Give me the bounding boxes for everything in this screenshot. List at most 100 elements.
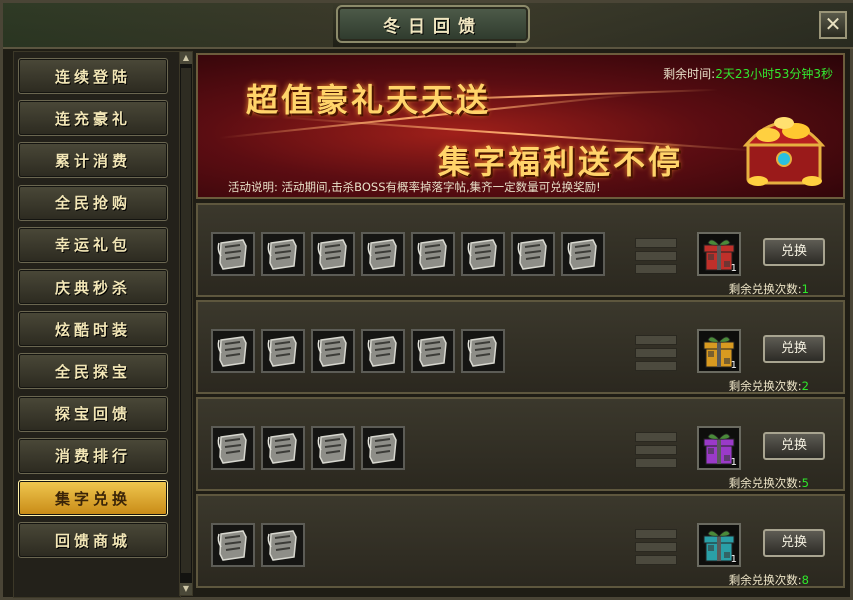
sidebar-item-label: 回馈商城 [54, 531, 131, 550]
character-scroll-slot[interactable] [261, 523, 305, 567]
equals-icon [635, 529, 677, 565]
scroll-icon [263, 525, 303, 565]
character-scroll-slot[interactable] [461, 232, 505, 276]
remaining-exchanges-value: 5 [801, 476, 809, 490]
sidebar-item-3[interactable]: 全民抢购 [18, 184, 168, 221]
sidebar-item-label: 炫酷时装 [54, 320, 131, 339]
sidebar-item-label: 消费排行 [54, 447, 131, 466]
character-scroll-slot[interactable] [561, 232, 605, 276]
sidebar-item-8[interactable]: 探宝回馈 [18, 395, 168, 432]
sidebar-item-9[interactable]: 消费排行 [18, 437, 168, 474]
scroll-icon [413, 331, 453, 371]
treasure-chest-icon [742, 117, 826, 186]
sidebar-menu: 连续登陆连充豪礼累计消费全民抢购幸运礼包庆典秒杀炫酷时装全民探宝探宝回馈消费排行… [13, 51, 181, 598]
sidebar-item-0[interactable]: 连续登陆 [18, 58, 168, 94]
sidebar-item-label: 庆典秒杀 [54, 278, 131, 297]
banner-headline-2: 集字福利送不停 [438, 143, 684, 181]
remaining-time-value: 2天23小时53分钟3秒 [715, 67, 833, 81]
remaining-exchanges-value: 2 [801, 379, 809, 393]
reward-count: 1 [730, 360, 737, 371]
title-bar: 冬日回馈 ✕ [3, 3, 853, 49]
scroll-icon [263, 428, 303, 468]
reward-gift-slot[interactable]: 1 [697, 329, 741, 373]
reward-gift-slot[interactable]: 1 [697, 232, 741, 276]
character-scroll-slot[interactable] [211, 329, 255, 373]
scroll-icon [263, 331, 303, 371]
character-scroll-slot[interactable] [261, 426, 305, 470]
remaining-time-label: 剩余时间: [663, 67, 716, 81]
remaining-exchanges: 剩余兑换次数:2 [729, 378, 809, 394]
scroll-up-icon[interactable]: ▲ [180, 52, 192, 64]
sidebar-item-10[interactable]: 集字兑换 [18, 480, 168, 516]
character-scroll-slot[interactable] [211, 232, 255, 276]
remaining-exchanges-label: 剩余兑换次数: [728, 476, 802, 490]
scroll-thumb[interactable] [181, 68, 191, 573]
window-title: 冬日回馈 [383, 16, 483, 37]
sidebar-item-label: 连续登陆 [54, 67, 131, 86]
character-scroll-slot[interactable] [311, 329, 355, 373]
character-scroll-slot[interactable] [261, 329, 305, 373]
exchange-row: 1 兑换 剩余兑换次数:8 [196, 494, 845, 588]
event-window: 冬日回馈 ✕ 连续登陆连充豪礼累计消费全民抢购幸运礼包庆典秒杀炫酷时装全民探宝探… [0, 0, 853, 600]
character-scroll-slot[interactable] [311, 426, 355, 470]
banner-headline-1: 超值豪礼天天送 [246, 81, 492, 119]
scroll-icon [363, 234, 403, 274]
scroll-icon [463, 331, 503, 371]
exchange-button[interactable]: 兑换 [763, 238, 825, 266]
scroll-icon [313, 331, 353, 371]
sidebar-item-label: 连充豪礼 [54, 109, 131, 128]
scroll-down-icon[interactable]: ▼ [180, 583, 192, 595]
character-scroll-slot[interactable] [261, 232, 305, 276]
exchange-button[interactable]: 兑换 [763, 432, 825, 460]
character-scroll-slot[interactable] [411, 329, 455, 373]
remaining-exchanges-label: 剩余兑换次数: [728, 379, 802, 393]
exchange-row: 1 兑换剩余兑换次数:1 [196, 203, 845, 297]
reward-count: 1 [730, 263, 737, 274]
scroll-icon [313, 428, 353, 468]
remaining-exchanges: 剩余兑换次数:1 [729, 281, 809, 297]
character-scroll-slot[interactable] [411, 232, 455, 276]
exchange-button[interactable]: 兑换 [763, 529, 825, 557]
reward-count: 1 [730, 457, 737, 468]
description-text: 活动期间,击杀BOSS有概率掉落字帖,集齐一定数量可兑换奖励! [281, 180, 601, 194]
character-scroll-slot[interactable] [361, 426, 405, 470]
scroll-icon [563, 234, 603, 274]
character-scroll-slot[interactable] [311, 232, 355, 276]
exchange-row: 1 兑换剩余兑换次数:2 [196, 300, 845, 394]
scroll-icon [213, 525, 253, 565]
remaining-exchanges-value: 8 [801, 573, 809, 587]
sidebar-item-5[interactable]: 庆典秒杀 [18, 269, 168, 305]
equals-icon [635, 238, 677, 274]
sidebar-item-2[interactable]: 累计消费 [18, 142, 168, 179]
scroll-icon [363, 331, 403, 371]
event-description: 活动说明: 活动期间,击杀BOSS有概率掉落字帖,集齐一定数量可兑换奖励! [228, 179, 601, 195]
scroll-icon [413, 234, 453, 274]
scroll-icon [213, 428, 253, 468]
sidebar-item-7[interactable]: 全民探宝 [18, 353, 168, 390]
sidebar-item-11[interactable]: 回馈商城 [18, 522, 168, 559]
reward-gift-slot[interactable]: 1 [697, 426, 741, 470]
event-banner: 剩余时间:2天23小时53分钟3秒 超值豪礼天天送 集字福利送不停 活动说明: … [196, 53, 845, 199]
sidebar-item-label: 探宝回馈 [54, 405, 131, 424]
scroll-icon [263, 234, 303, 274]
exchange-row: 1 兑换剩余兑换次数:5 [196, 397, 845, 491]
sidebar-item-4[interactable]: 幸运礼包 [18, 226, 168, 263]
sidebar-item-label: 全民抢购 [54, 194, 131, 213]
close-icon: ✕ [824, 12, 842, 36]
character-scroll-slot[interactable] [461, 329, 505, 373]
scroll-icon [313, 234, 353, 274]
title-plaque: 冬日回馈 [336, 5, 530, 43]
character-scroll-slot[interactable] [361, 232, 405, 276]
exchange-button[interactable]: 兑换 [763, 335, 825, 363]
sidebar-item-1[interactable]: 连充豪礼 [18, 100, 168, 137]
sidebar-item-6[interactable]: 炫酷时装 [18, 311, 168, 348]
character-scroll-slot[interactable] [211, 426, 255, 470]
character-scroll-slot[interactable] [511, 232, 555, 276]
sidebar-item-label: 全民探宝 [54, 362, 131, 381]
character-scroll-slot[interactable] [211, 523, 255, 567]
scroll-icon [513, 234, 553, 274]
reward-gift-slot[interactable]: 1 [697, 523, 741, 567]
close-button[interactable]: ✕ [819, 11, 847, 39]
character-scroll-slot[interactable] [361, 329, 405, 373]
sidebar-scrollbar[interactable]: ▲ ▼ [179, 51, 193, 596]
